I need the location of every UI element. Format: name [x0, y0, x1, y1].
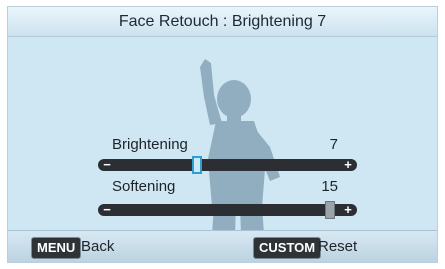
softening-slider[interactable]: − + — [98, 201, 357, 219]
screen-title: Face Retouch : Brightening 7 — [118, 13, 327, 30]
softening-value: 15 — [321, 178, 338, 195]
brightening-slider[interactable]: − + — [98, 156, 357, 174]
softening-track — [98, 204, 357, 216]
softening-handle[interactable] — [325, 201, 335, 219]
face-retouch-screen: Face Retouch : Brightening 7 Brightening… — [7, 6, 438, 263]
back-label[interactable]: Back — [81, 237, 114, 257]
reset-label[interactable]: Reset — [318, 237, 357, 257]
brightening-handle[interactable] — [191, 156, 202, 174]
brightening-value: 7 — [329, 136, 338, 153]
menu-key[interactable]: MENU — [31, 237, 82, 259]
child-silhouette-image — [200, 59, 280, 262]
custom-key[interactable]: CUSTOM — [253, 237, 322, 259]
brightening-label: Brightening — [112, 136, 188, 153]
minus-icon[interactable]: − — [98, 203, 116, 216]
minus-icon[interactable]: − — [98, 158, 116, 171]
plus-icon[interactable]: + — [339, 203, 357, 216]
softening-label: Softening — [112, 178, 176, 195]
brightening-track — [98, 159, 357, 171]
title-bar: Face Retouch : Brightening 7 — [8, 7, 437, 37]
plus-icon[interactable]: + — [339, 158, 357, 171]
button-bar: MENU Back CUSTOM Reset — [8, 230, 437, 262]
